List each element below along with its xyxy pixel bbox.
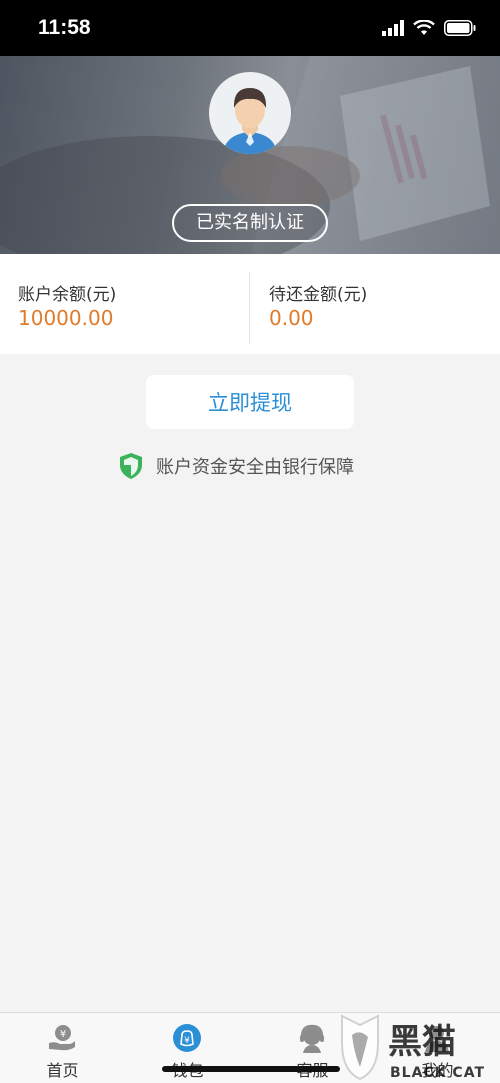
signal-icon: [382, 20, 404, 36]
profile-header: 已实名制认证: [0, 56, 500, 254]
shield-icon: [120, 453, 142, 479]
verified-badge: 已实名制认证: [172, 204, 328, 242]
tab-home-label: 首页: [46, 1061, 79, 1080]
watermark-en: BLACK CAT: [390, 1065, 485, 1081]
svg-text:¥: ¥: [60, 1029, 66, 1040]
status-time: 11:58: [38, 16, 91, 39]
tab-home[interactable]: ¥ 首页: [0, 1013, 125, 1083]
battery-icon: [444, 20, 476, 36]
status-bar: 11:58: [0, 0, 500, 56]
security-note-text: 账户资金安全由银行保障: [156, 457, 354, 478]
home-indicator: [162, 1066, 340, 1072]
account-balance-card[interactable]: 账户余额(元) 10000.00: [0, 254, 249, 354]
balance-divider: [249, 272, 250, 344]
user-avatar-icon: [223, 88, 277, 154]
status-icons: [382, 20, 476, 36]
pending-repay-label: 待还金额(元): [269, 285, 368, 305]
svg-text:¥: ¥: [184, 1036, 190, 1046]
account-balance-value: 10000.00: [18, 306, 114, 330]
avatar[interactable]: [209, 72, 291, 154]
account-balance-label: 账户余额(元): [18, 285, 117, 305]
customer-service-icon: [300, 1024, 324, 1053]
black-cat-watermark: 黑猫 BLACK CAT: [341, 1014, 485, 1081]
watermark-cn: 黑猫: [388, 1022, 456, 1062]
wifi-icon: [413, 20, 435, 35]
balance-panel: 账户余额(元) 10000.00 待还金额(元) 0.00: [0, 254, 500, 354]
security-note: 账户资金安全由银行保障: [118, 452, 354, 480]
pending-repay-card[interactable]: 待还金额(元) 0.00: [251, 254, 500, 354]
tab-wallet[interactable]: ¥ 钱包: [125, 1013, 250, 1083]
wallet-icon: ¥: [173, 1024, 201, 1052]
withdraw-button[interactable]: 立即提现: [146, 375, 354, 429]
pending-repay-value: 0.00: [269, 306, 314, 330]
home-money-icon: ¥: [49, 1025, 75, 1051]
